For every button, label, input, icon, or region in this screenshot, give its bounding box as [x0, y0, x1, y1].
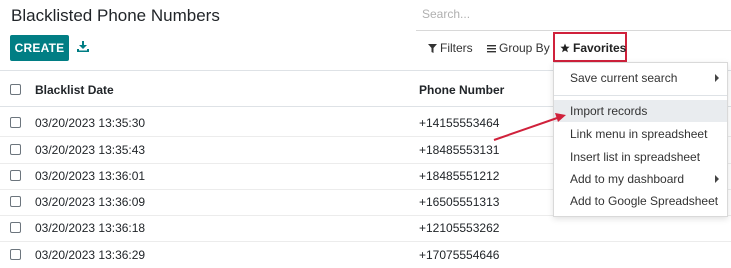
annotation-arrow — [493, 113, 566, 141]
